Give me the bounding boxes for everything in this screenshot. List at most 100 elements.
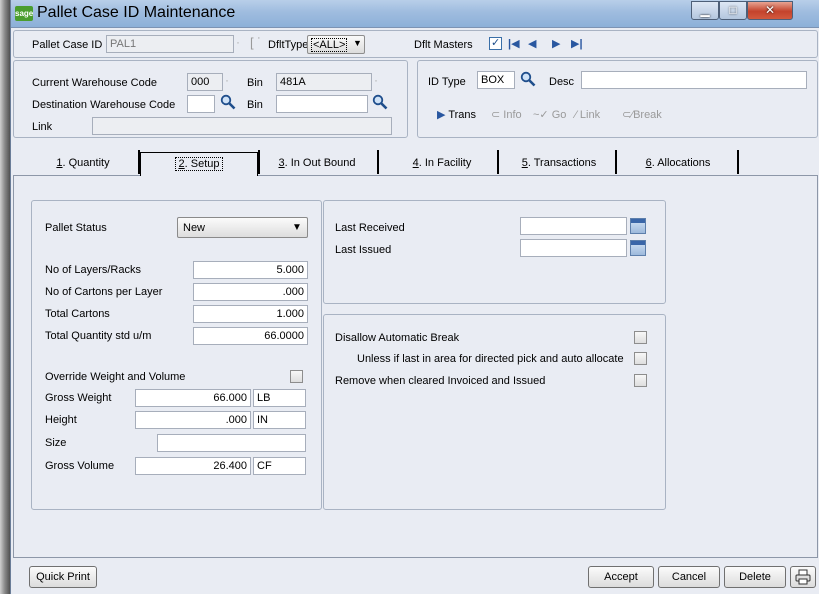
dflt-type-label: DfltType (268, 39, 309, 51)
delete-button[interactable]: Delete (724, 566, 786, 588)
total-cartons-input[interactable]: 1.000 (193, 305, 308, 323)
height-input[interactable]: .000 (135, 411, 251, 429)
override-label: Override Weight and Volume (45, 371, 186, 383)
info-label: Info (503, 109, 522, 121)
info-action[interactable]: ⊂ Info (491, 108, 522, 122)
break-label: Break (633, 109, 662, 121)
play-icon: ▶ (437, 109, 446, 121)
gross-weight-unit[interactable]: LB (253, 389, 306, 407)
gross-volume-label: Gross Volume (45, 460, 115, 472)
close-button[interactable]: ✕ (747, 1, 793, 20)
remove-when-checkbox[interactable] (634, 374, 647, 387)
gross-weight-input[interactable]: 66.000 (135, 389, 251, 407)
last-issued-input[interactable] (520, 239, 627, 257)
break-options-panel: Disallow Automatic Break Unless if last … (323, 314, 666, 510)
tab-separator (615, 150, 617, 174)
link-action[interactable]: ⁄ Link (575, 108, 600, 122)
sage-logo-icon: sage (15, 6, 33, 21)
warehouse-spin-icon[interactable] (225, 73, 233, 87)
destination-warehouse-label: Destination Warehouse Code (32, 99, 176, 111)
gross-volume-unit[interactable]: CF (253, 457, 306, 475)
bracket-icon[interactable]: [ ˙ (250, 36, 262, 50)
id-type-panel: ID Type BOX Desc ▶ Trans ⊂ Info ~✓ Go ⁄ … (417, 60, 818, 138)
link-action-label: Link (579, 109, 601, 121)
search-icon[interactable] (220, 94, 236, 110)
quick-print-button[interactable]: Quick Print (29, 566, 97, 588)
override-checkbox[interactable] (290, 370, 303, 383)
tab-allocations[interactable]: 6. Allocations (633, 152, 723, 176)
id-type-label: ID Type (428, 76, 466, 88)
tab-allocations-label: . Allocations (651, 157, 711, 169)
destination-bin-label: Bin (247, 99, 263, 111)
search-icon[interactable] (520, 71, 536, 87)
pallet-case-id-input[interactable]: PAL1 (106, 35, 234, 53)
pallet-status-select[interactable]: New ▼ (177, 217, 308, 238)
total-qty-input[interactable]: 66.0000 (193, 327, 308, 345)
disallow-break-checkbox[interactable] (634, 331, 647, 344)
total-qty-label: Total Quantity std u/m (45, 330, 152, 342)
tab-transactions[interactable]: 5. Transactions (511, 152, 607, 176)
close-icon: ✕ (764, 3, 776, 17)
gross-volume-input[interactable]: 26.400 (135, 457, 251, 475)
tab-quantity[interactable]: 1. Quantity (43, 152, 123, 176)
tab-in-out-bound[interactable]: 3. In Out Bound (269, 152, 365, 176)
minimize-icon: ▁ (700, 3, 710, 17)
next-record-icon[interactable]: ▶ (552, 37, 560, 51)
maximize-button[interactable]: □ (719, 1, 747, 20)
dflt-type-value: <ALL> (311, 38, 348, 52)
tab-setup-label: 2. Setup (174, 157, 224, 171)
chevron-down-icon: ▼ (292, 222, 302, 233)
desc-input[interactable] (581, 71, 807, 89)
window-title: Pallet Case ID Maintenance (37, 4, 236, 21)
tab-separator (737, 150, 739, 174)
tab-in-out-bound-label: . In Out Bound (284, 157, 356, 169)
bin-label: Bin (247, 77, 263, 89)
unless-last-checkbox[interactable] (634, 352, 647, 365)
last-record-icon[interactable]: ▶| (571, 37, 583, 51)
bin-spin-icon[interactable] (374, 73, 382, 87)
cartons-per-layer-input[interactable]: .000 (193, 283, 308, 301)
bin-input[interactable]: 481A (276, 73, 372, 91)
tab-in-facility[interactable]: 4. In Facility (401, 152, 483, 176)
gross-weight-label: Gross Weight (45, 392, 112, 404)
go-action[interactable]: ~✓ Go (533, 108, 566, 122)
id-type-input[interactable]: BOX (477, 71, 515, 89)
first-record-icon[interactable]: |◀ (508, 37, 520, 51)
printer-icon (795, 569, 811, 585)
info-icon: ⊂ (491, 109, 501, 121)
last-received-label: Last Received (335, 222, 405, 234)
break-action[interactable]: ⊂⁄Break (622, 108, 662, 122)
cartons-per-layer-label: No of Cartons per Layer (45, 286, 163, 298)
go-icon: ~✓ (533, 109, 549, 121)
link-icon: ⁄ (575, 109, 577, 121)
dflt-masters-checkbox[interactable] (489, 36, 502, 50)
calendar-icon[interactable] (630, 240, 646, 256)
lookup-spin-icon[interactable] (236, 35, 244, 49)
print-button[interactable] (790, 566, 816, 588)
previous-record-icon[interactable]: ◀ (528, 37, 536, 51)
calendar-icon[interactable] (630, 218, 646, 234)
header-panel: Pallet Case ID PAL1 [ ˙ DfltType <ALL> ▼… (13, 30, 818, 58)
accept-button[interactable]: Accept (588, 566, 654, 588)
height-unit[interactable]: IN (253, 411, 306, 429)
destination-bin-input[interactable] (276, 95, 368, 113)
size-input[interactable] (157, 434, 306, 452)
trans-action[interactable]: ▶ Trans (437, 108, 476, 122)
tab-setup[interactable]: 2. Setup (140, 152, 258, 176)
destination-warehouse-input[interactable] (187, 95, 215, 113)
minimize-button[interactable]: ▁ (691, 1, 719, 20)
remove-when-label: Remove when cleared Invoiced and Issued (335, 375, 546, 387)
go-label: Go (551, 109, 567, 121)
dates-panel: Last Received Last Issued (323, 200, 666, 304)
cancel-button[interactable]: Cancel (658, 566, 720, 588)
current-warehouse-input[interactable]: 000 (187, 73, 223, 91)
size-label: Size (45, 437, 67, 449)
tab-setup-text: . Setup (184, 158, 220, 170)
layers-input[interactable]: 5.000 (193, 261, 308, 279)
last-received-input[interactable] (520, 217, 627, 235)
link-input[interactable] (92, 117, 392, 135)
dflt-type-select[interactable]: <ALL> ▼ (307, 35, 365, 54)
setup-left-panel: Pallet Status New ▼ No of Layers/Racks 5… (31, 200, 322, 510)
main-window: sage Pallet Case ID Maintenance ▁ □ ✕ Pa… (10, 0, 819, 594)
search-icon[interactable] (372, 94, 388, 110)
